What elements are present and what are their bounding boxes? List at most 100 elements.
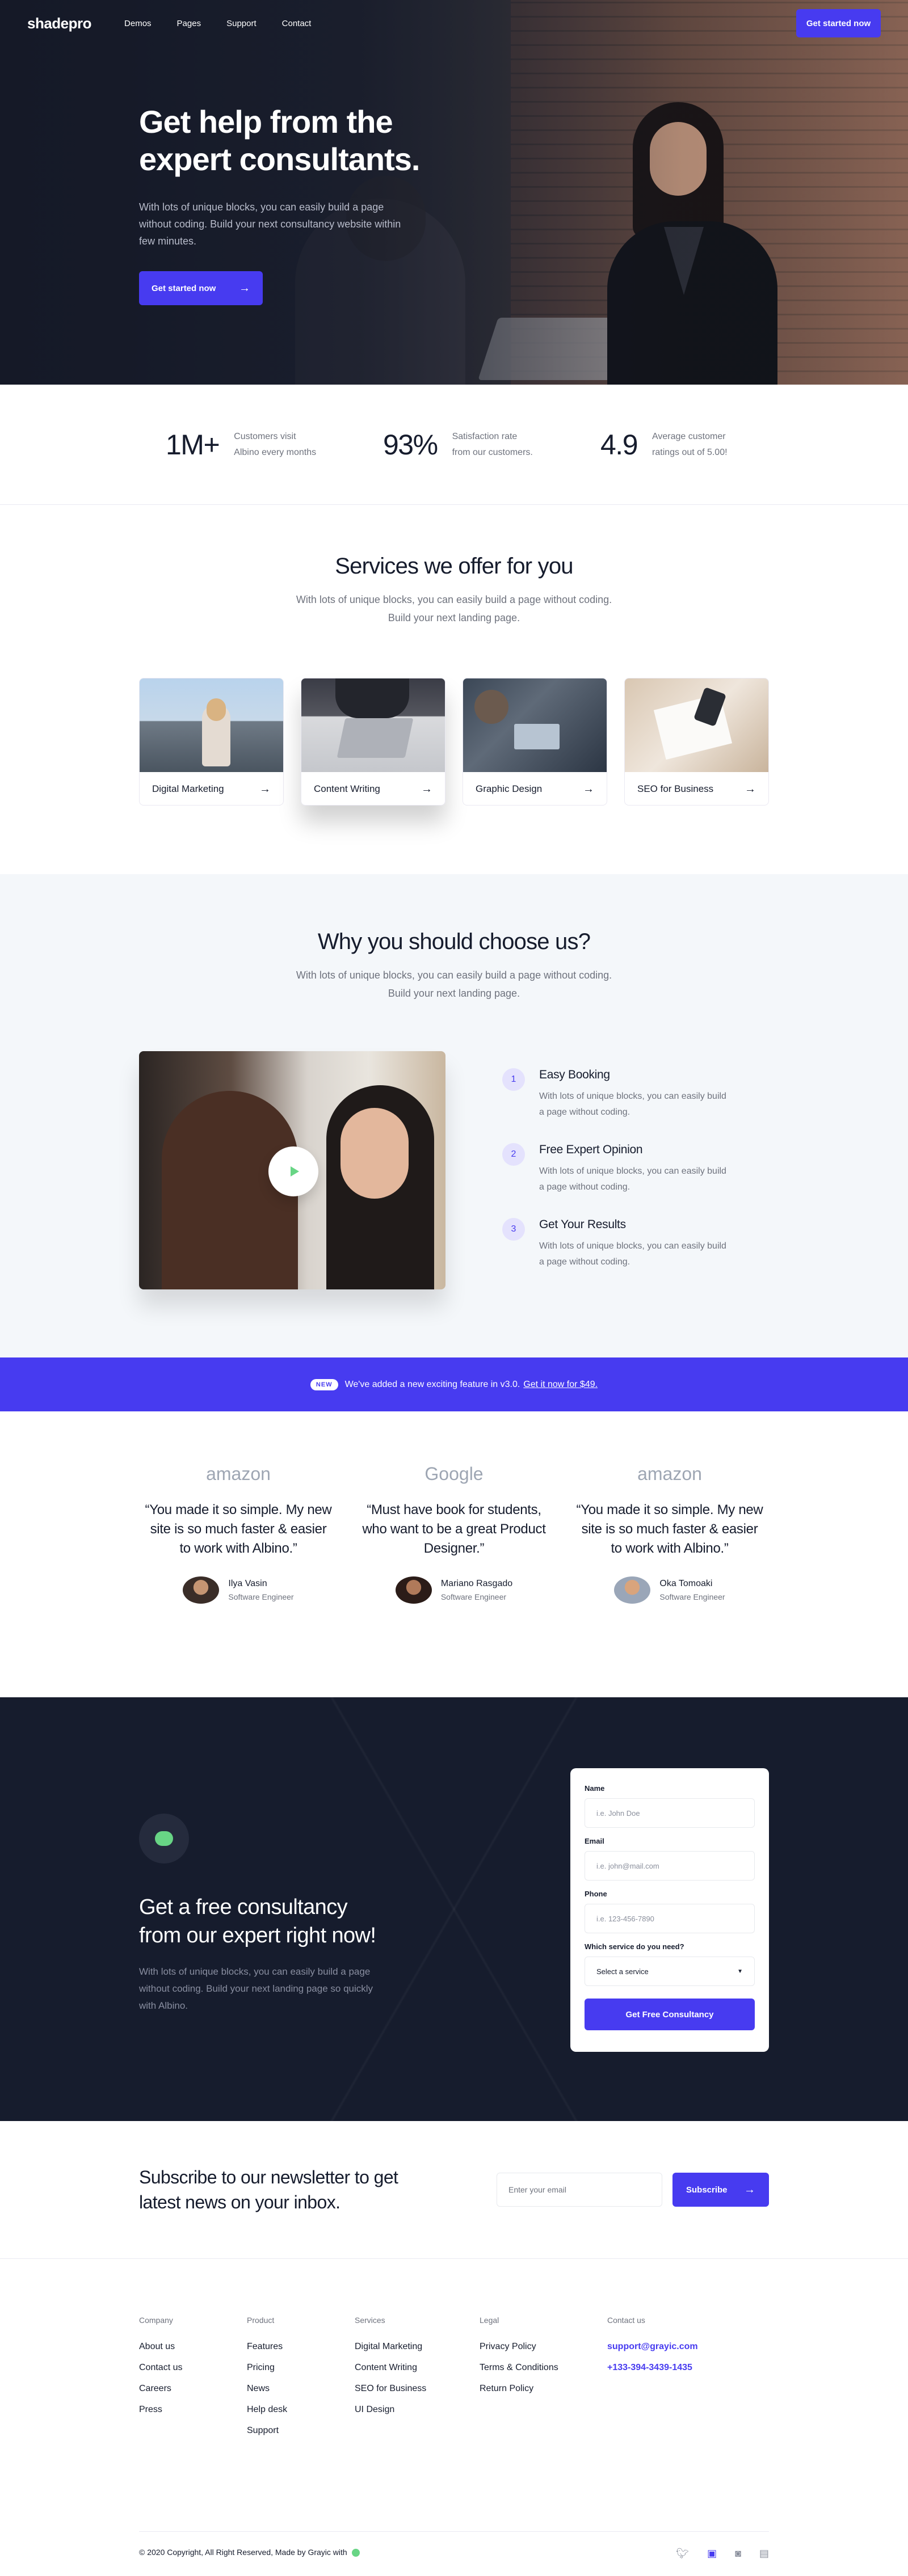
get-free-consultancy-button[interactable]: Get Free Consultancy: [585, 1999, 755, 2030]
twitter-icon[interactable]: 🐦︎: [676, 2548, 689, 2560]
testimonial-card: Google “Must have book for students, who…: [360, 1464, 548, 1697]
copyright-text: © 2020 Copyright, All Right Reserved, Ma…: [139, 2548, 347, 2557]
stat-label: Average customer ratings out of 5.00!: [652, 431, 728, 457]
announcement-banner: NEW We've added a new exciting feature i…: [0, 1357, 908, 1411]
step-number: 1: [502, 1068, 525, 1091]
avatar: [614, 1576, 651, 1604]
nav-get-started-button[interactable]: Get started now: [796, 9, 881, 37]
phone-label: Phone: [585, 1890, 607, 1898]
site-footer: Company About us Contact us Careers Pres…: [0, 2259, 908, 2574]
service-card-label: Graphic Design: [476, 783, 543, 794]
service-card-label: SEO for Business: [637, 783, 714, 794]
facebook-icon[interactable]: ▣: [707, 2548, 717, 2560]
footer-link[interactable]: Content Writing: [355, 2363, 480, 2373]
footer-phone-link[interactable]: +133-394-3439-1435: [607, 2363, 721, 2373]
service-image: [463, 678, 607, 772]
play-icon: [291, 1166, 299, 1177]
footer-link[interactable]: Digital Marketing: [355, 2342, 480, 2352]
hero-title-line-2: expert consultants.: [139, 141, 420, 177]
site-logo[interactable]: shadepro: [27, 15, 92, 32]
testimonial-card: amazon “You made it so simple. My new si…: [576, 1464, 763, 1697]
newsletter-email-input[interactable]: Enter your email: [497, 2173, 662, 2207]
step-title: Easy Booking: [539, 1068, 610, 1081]
stat-item: 4.9 Average customer ratings out of 5.00…: [600, 428, 742, 461]
instagram-icon[interactable]: ◙: [735, 2548, 741, 2560]
menu-item-contact[interactable]: Contact: [282, 19, 312, 28]
service-cards: Digital Marketing → Content Writing → Grap…: [0, 678, 908, 806]
consultancy-title: Get a free consultancy from our expert r…: [139, 1895, 376, 1947]
footer-bottom: © 2020 Copyright, All Right Reserved, Ma…: [139, 2531, 769, 2560]
main-menu: Demos Pages Support Contact: [124, 19, 337, 28]
menu-item-demos[interactable]: Demos: [124, 19, 152, 28]
menu-item-pages[interactable]: Pages: [177, 19, 201, 28]
service-card-seo[interactable]: SEO for Business →: [624, 678, 769, 806]
service-card-graphic-design[interactable]: Graphic Design →: [463, 678, 607, 806]
footer-link[interactable]: Careers: [139, 2384, 247, 2394]
footer-link[interactable]: Help desk: [247, 2405, 355, 2415]
service-select[interactable]: Select a service ▼: [585, 1957, 755, 1986]
services-subtitle: With lots of unique blocks, you can easi…: [296, 594, 612, 623]
testimonial-quote: “You made it so simple. My new site is s…: [576, 1502, 763, 1556]
author-role: Software Engineer: [659, 1592, 725, 1601]
consultancy-intro: Get a free consultancy from our expert r…: [139, 1814, 389, 2014]
step-description: With lots of unique blocks, you can easi…: [539, 1241, 726, 1267]
services-section: Services we offer for you With lots of u…: [0, 505, 908, 874]
author-name: Oka Tomoaki: [659, 1579, 713, 1588]
email-field[interactable]: i.e. john@mail.com: [585, 1851, 755, 1881]
service-label: Which service do you need?: [585, 1942, 684, 1951]
footer-column-title: Contact us: [607, 2316, 645, 2325]
linkedin-icon[interactable]: ▤: [759, 2548, 769, 2560]
arrow-right-icon: →: [583, 782, 594, 795]
hero-content: Get help from the expert consultants. Wi…: [139, 103, 457, 305]
footer-column-title: Company: [139, 2316, 173, 2325]
why-title: Why you should choose us?: [317, 929, 591, 954]
footer-link[interactable]: Terms & Conditions: [480, 2363, 607, 2373]
service-image: [301, 678, 445, 772]
name-field[interactable]: i.e. John Doe: [585, 1798, 755, 1828]
step-title: Get Your Results: [539, 1218, 626, 1231]
play-button[interactable]: [268, 1146, 318, 1196]
hero-section: shadepro Demos Pages Support Contact Get…: [0, 0, 908, 385]
step-description: With lots of unique blocks, you can easi…: [539, 1166, 726, 1192]
footer-link[interactable]: UI Design: [355, 2405, 480, 2415]
newsletter-title: Subscribe to our newsletter to get lates…: [139, 2167, 398, 2212]
arrow-right-icon: →: [421, 782, 432, 795]
banner-link[interactable]: Get it now for $49.: [523, 1380, 598, 1390]
footer-link[interactable]: Contact us: [139, 2363, 247, 2373]
service-image: [140, 678, 283, 772]
subscribe-button[interactable]: Subscribe →: [672, 2173, 769, 2207]
footer-link[interactable]: Pricing: [247, 2363, 355, 2373]
stat-number: 4.9: [600, 428, 638, 461]
stat-number: 93%: [383, 428, 438, 461]
arrow-right-icon: →: [744, 2183, 755, 2196]
newsletter-form: Enter your email Subscribe →: [497, 2173, 769, 2207]
footer-email-link[interactable]: support@grayic.com: [607, 2342, 721, 2352]
footer-column-product: Product Features Pricing News Help desk …: [247, 2316, 355, 2447]
top-navigation: shadepro Demos Pages Support Contact Get…: [0, 0, 908, 47]
service-select-value: Select a service: [596, 1967, 649, 1976]
video-thumbnail: [139, 1051, 445, 1289]
phone-field[interactable]: i.e. 123-456-7890: [585, 1904, 755, 1933]
footer-link[interactable]: Press: [139, 2405, 247, 2415]
consultancy-description: With lots of unique blocks, you can easi…: [139, 1966, 373, 2011]
service-card-digital-marketing[interactable]: Digital Marketing →: [139, 678, 284, 806]
footer-column-title: Legal: [480, 2316, 499, 2325]
name-label: Name: [585, 1784, 605, 1793]
footer-link[interactable]: News: [247, 2384, 355, 2394]
hero-get-started-button[interactable]: Get started now →: [139, 271, 263, 305]
footer-link[interactable]: About us: [139, 2342, 247, 2352]
menu-item-support[interactable]: Support: [226, 19, 257, 28]
social-links: 🐦︎ ▣ ◙ ▤: [676, 2548, 769, 2560]
stat-number: 1M+: [166, 428, 220, 461]
footer-link[interactable]: SEO for Business: [355, 2384, 480, 2394]
step-item: 1 Easy Booking With lots of unique block…: [502, 1068, 726, 1120]
service-card-content-writing[interactable]: Content Writing →: [301, 678, 445, 806]
arrow-right-icon: →: [259, 782, 271, 795]
footer-link[interactable]: Features: [247, 2342, 355, 2352]
footer-column-legal: Legal Privacy Policy Terms & Conditions …: [480, 2316, 607, 2447]
footer-link[interactable]: Return Policy: [480, 2384, 607, 2394]
chat-bubble-icon: [139, 1814, 189, 1864]
footer-link[interactable]: Support: [247, 2426, 355, 2436]
footer-link[interactable]: Privacy Policy: [480, 2342, 607, 2352]
stat-item: 93% Satisfaction rate from our customers…: [383, 428, 600, 461]
